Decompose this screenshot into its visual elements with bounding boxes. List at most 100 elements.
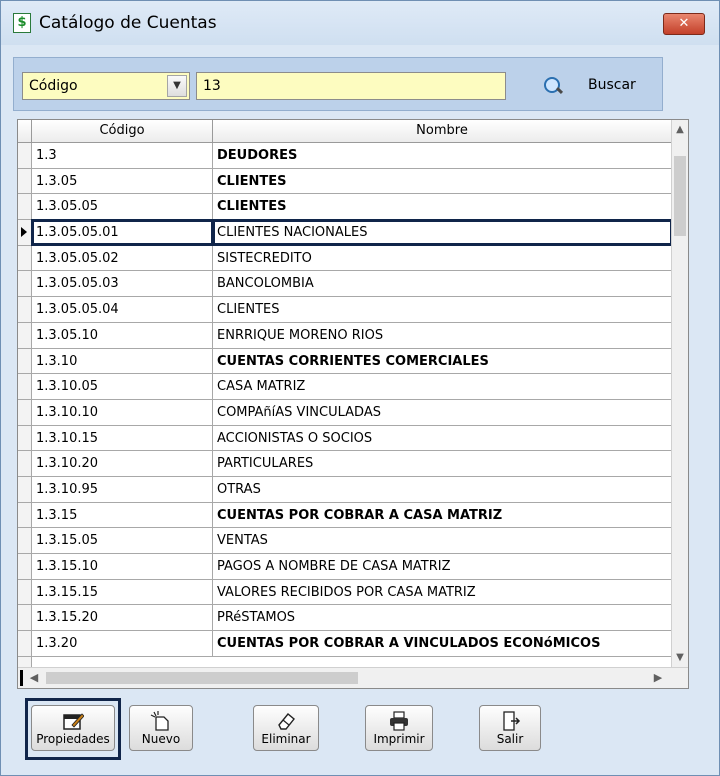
cell-codigo[interactable]: 1.3.10.20 [32, 451, 213, 476]
table-row[interactable]: 1.3.15 CUENTAS POR COBRAR A CASA MATRIZ [18, 502, 672, 529]
exit-button[interactable]: Salir [479, 705, 541, 751]
vertical-scrollbar[interactable]: ▲ ▼ [671, 120, 688, 668]
scroll-up-icon[interactable]: ▲ [672, 122, 688, 138]
table-row[interactable]: 1.3.10.10 COMPAñíAS VINCULADAS [18, 399, 672, 426]
row-indicator[interactable] [18, 168, 32, 194]
horizontal-scrollbar[interactable]: ◀ ▶ [18, 667, 688, 688]
row-indicator[interactable] [18, 528, 32, 553]
properties-button[interactable]: Propiedades [31, 705, 115, 751]
cell-nombre[interactable]: CLIENTES [213, 168, 672, 194]
table-row[interactable]: 1.3.05.05.02 SISTECREDITO [18, 245, 672, 272]
table-row[interactable]: 1.3 DEUDORES [18, 143, 672, 169]
cell-codigo[interactable]: 1.3.20 [32, 631, 213, 656]
table-row[interactable]: 1.3.10.95 OTRAS [18, 476, 672, 503]
cell-nombre[interactable]: DEUDORES [213, 143, 672, 168]
table-row[interactable]: 1.3.15.20 PRéSTAMOS [18, 605, 672, 632]
cell-nombre[interactable]: PRéSTAMOS [213, 605, 672, 631]
cell-nombre[interactable]: COMPAñíAS VINCULADAS [213, 399, 672, 425]
row-indicator[interactable] [18, 348, 32, 374]
close-button[interactable]: ✕ [663, 13, 705, 35]
row-indicator[interactable] [18, 451, 32, 476]
cell-codigo[interactable]: 1.3.10.95 [32, 476, 213, 502]
scroll-left-icon[interactable]: ◀ [26, 670, 42, 686]
delete-button[interactable]: Eliminar [253, 705, 319, 751]
scroll-right-icon[interactable]: ▶ [650, 670, 666, 686]
cell-nombre[interactable]: VENTAS [213, 528, 672, 553]
cell-codigo[interactable]: 1.3.15.15 [32, 579, 213, 605]
cell-codigo[interactable]: 1.3.10.10 [32, 399, 213, 425]
cell-nombre[interactable]: PARTICULARES [213, 451, 672, 476]
row-indicator[interactable] [18, 425, 32, 451]
table-row[interactable]: 1.3.10.05 CASA MATRIZ [18, 374, 672, 400]
new-button[interactable]: Nuevo [129, 705, 193, 751]
table-row[interactable]: 1.3.15.15 VALORES RECIBIDOS POR CASA MATR… [18, 579, 672, 606]
table-row[interactable]: 1.3.05.05 CLIENTES [18, 194, 672, 221]
row-indicator[interactable] [18, 631, 32, 656]
row-indicator[interactable] [18, 476, 32, 502]
cell-codigo[interactable]: 1.3.15.10 [32, 554, 213, 579]
search-button[interactable]: Buscar [538, 72, 648, 100]
cell-codigo[interactable]: 1.3.10 [32, 348, 213, 374]
table-row[interactable]: 1.3.05.10 ENRRIQUE MORENO RIOS [18, 322, 672, 349]
cell-nombre[interactable]: ACCIONISTAS O SOCIOS [213, 425, 672, 451]
cell-nombre[interactable]: CASA MATRIZ [213, 374, 672, 399]
accounts-grid[interactable]: Código Nombre 1.3 DEUDORES 1.3.05 CLIENTES 1… [17, 119, 689, 689]
chevron-down-icon[interactable]: ▼ [167, 75, 187, 97]
row-indicator[interactable] [18, 271, 32, 297]
cell-codigo[interactable]: 1.3.05 [32, 168, 213, 194]
scroll-down-icon[interactable]: ▼ [672, 650, 688, 666]
table-row[interactable]: 1.3.05.05.03 BANCOLOMBIA [18, 271, 672, 298]
table-row[interactable]: 1.3.20 CUENTAS POR COBRAR A VINCULADOS EC… [18, 631, 672, 657]
table-row[interactable]: 1.3.05 CLIENTES [18, 168, 672, 195]
cell-nombre[interactable]: CLIENTES NACIONALES [212, 219, 673, 246]
row-indicator[interactable] [18, 220, 32, 245]
cell-nombre[interactable]: CUENTAS POR COBRAR A CASA MATRIZ [213, 502, 672, 528]
cell-codigo[interactable]: 1.3.05.05.01 [31, 219, 214, 246]
cell-codigo[interactable]: 1.3.05.05.04 [32, 297, 213, 322]
row-indicator[interactable] [18, 194, 32, 220]
row-indicator[interactable] [18, 579, 32, 605]
cell-codigo[interactable]: 1.3.05.10 [32, 322, 213, 348]
table-row[interactable]: 1.3.05.05.04 CLIENTES [18, 297, 672, 323]
cell-codigo[interactable]: 1.3.15.05 [32, 528, 213, 553]
column-header-nombre[interactable]: Nombre [213, 120, 672, 142]
row-indicator[interactable] [18, 245, 32, 271]
row-indicator[interactable] [18, 143, 32, 168]
cell-nombre[interactable]: ENRRIQUE MORENO RIOS [213, 322, 672, 348]
row-indicator[interactable] [18, 502, 32, 528]
cell-nombre[interactable]: SISTECREDITO [213, 245, 672, 271]
cell-nombre[interactable]: VALORES RECIBIDOS POR CASA MATRIZ [213, 579, 672, 605]
table-row[interactable]: 1.3.10.20 PARTICULARES [18, 451, 672, 477]
row-indicator[interactable] [18, 374, 32, 399]
print-button[interactable]: Imprimir [365, 705, 433, 751]
cell-codigo[interactable]: 1.3.10.05 [32, 374, 213, 399]
cell-codigo[interactable]: 1.3.05.05 [32, 194, 213, 220]
cell-nombre[interactable]: CUENTAS POR COBRAR A VINCULADOS ECONóMIC… [213, 631, 672, 656]
search-field-dropdown[interactable]: Código ▼ [22, 72, 190, 100]
cell-codigo[interactable]: 1.3.05.05.03 [32, 271, 213, 297]
row-indicator[interactable] [18, 399, 32, 425]
table-row[interactable]: 1.3.15.10 PAGOS A NOMBRE DE CASA MATRIZ [18, 554, 672, 580]
cell-codigo[interactable]: 1.3 [32, 143, 213, 168]
table-row[interactable]: 1.3.10.15 ACCIONISTAS O SOCIOS [18, 425, 672, 452]
row-indicator[interactable] [18, 297, 32, 322]
cell-codigo[interactable]: 1.3.15.20 [32, 605, 213, 631]
cell-nombre[interactable]: CLIENTES [213, 297, 672, 322]
cell-codigo[interactable]: 1.3.15 [32, 502, 213, 528]
table-row[interactable]: 1.3.10 CUENTAS CORRIENTES COMERCIALES [18, 348, 672, 375]
row-indicator[interactable] [18, 605, 32, 631]
cell-codigo[interactable]: 1.3.10.15 [32, 425, 213, 451]
cell-nombre[interactable]: BANCOLOMBIA [213, 271, 672, 297]
table-row[interactable]: 1.3.15.05 VENTAS [18, 528, 672, 554]
column-header-codigo[interactable]: Código [32, 120, 213, 142]
cell-nombre[interactable]: CLIENTES [213, 194, 672, 220]
horizontal-scroll-thumb[interactable] [46, 672, 358, 684]
table-row[interactable]: 1.3.05.05.01 CLIENTES NACIONALES [18, 219, 673, 246]
cell-codigo[interactable]: 1.3.05.05.02 [32, 245, 213, 271]
cell-nombre[interactable]: CUENTAS CORRIENTES COMERCIALES [213, 348, 672, 374]
cell-nombre[interactable]: PAGOS A NOMBRE DE CASA MATRIZ [213, 554, 672, 579]
cell-nombre[interactable]: OTRAS [213, 476, 672, 502]
vertical-scroll-thumb[interactable] [674, 156, 686, 236]
search-input[interactable] [196, 72, 506, 100]
row-indicator[interactable] [18, 322, 32, 348]
